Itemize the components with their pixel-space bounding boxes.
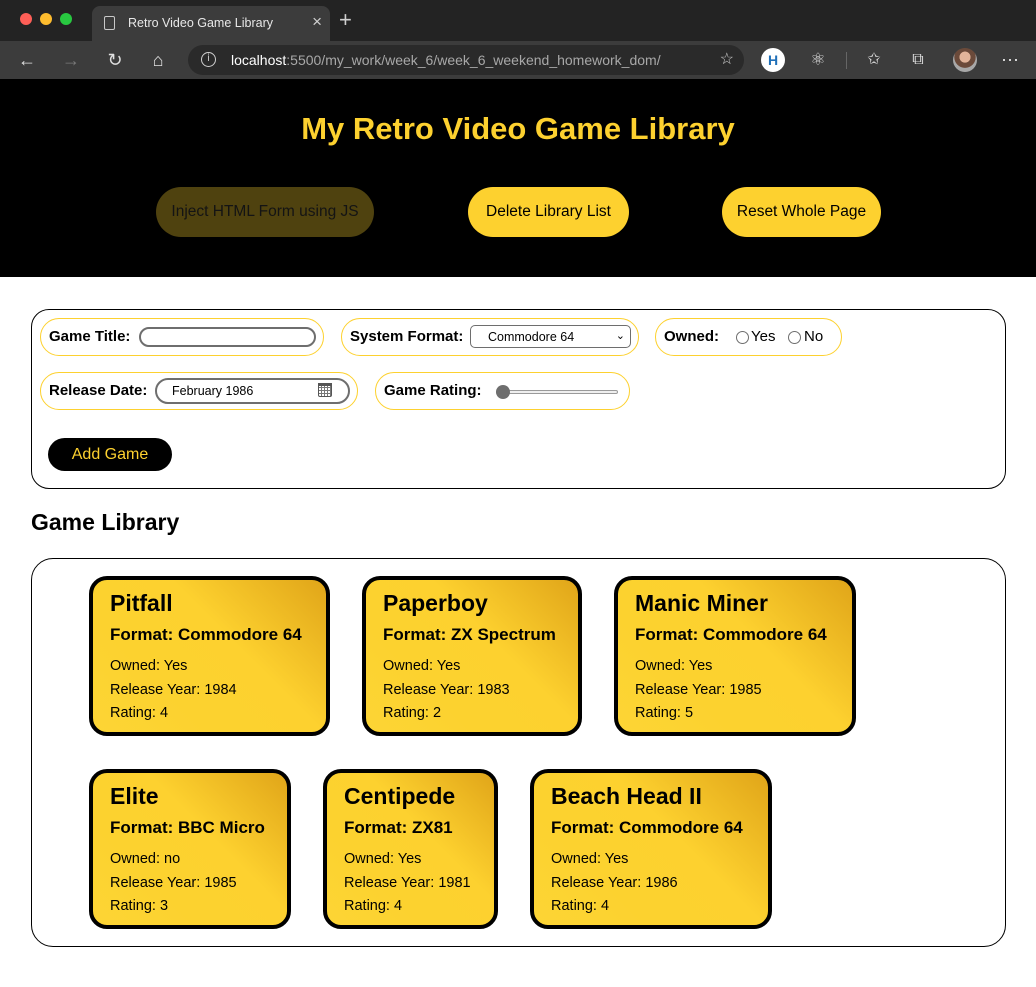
url-text: localhost:5500/my_work/week_6/week_6_wee… — [231, 52, 661, 68]
calendar-icon[interactable] — [318, 383, 332, 397]
game-owned: Owned: Yes — [551, 851, 629, 867]
reset-page-button[interactable]: Reset Whole Page — [722, 187, 881, 237]
game-title: Paperboy — [383, 590, 488, 616]
game-owned: Owned: Yes — [635, 658, 713, 674]
owned-yes-radio[interactable] — [736, 331, 749, 344]
game-release-year: Release Year: 1986 — [551, 875, 678, 891]
game-release-year: Release Year: 1985 — [635, 682, 762, 698]
add-game-button[interactable]: Add Game — [48, 438, 172, 471]
profile-avatar[interactable] — [953, 48, 977, 72]
game-rating: Rating: 3 — [110, 898, 169, 914]
game-owned: Owned: Yes — [344, 851, 422, 867]
more-menu-icon[interactable]: ⋯ — [997, 47, 1023, 73]
system-format-label: System Format: — [350, 328, 464, 345]
game-card: Manic Miner Format: Commodore 64 Owned: … — [614, 576, 856, 736]
reload-icon[interactable]: ↻ — [102, 47, 128, 73]
game-title: Beach Head II — [551, 783, 702, 809]
game-format: Format: Commodore 64 — [635, 625, 827, 644]
release-date-group: Release Date: February 1986 — [40, 372, 358, 410]
game-card: Paperboy Format: ZX Spectrum Owned: Yes … — [362, 576, 582, 736]
game-owned: Owned: no — [110, 851, 181, 867]
chevron-down-icon: ⌄ — [615, 329, 625, 342]
game-rating-label: Game Rating: — [384, 382, 482, 399]
game-rating: Rating: 4 — [551, 898, 610, 914]
document-icon — [104, 16, 115, 30]
game-title: Manic Miner — [635, 590, 768, 616]
collections-icon[interactable]: ⧉ — [905, 47, 931, 73]
inject-form-button[interactable]: Inject HTML Form using JS — [156, 187, 374, 237]
game-format: Format: Commodore 64 — [551, 818, 743, 837]
extension-h-icon[interactable]: H — [761, 48, 785, 72]
owned-no-label: No — [804, 328, 824, 345]
page-viewport: My Retro Video Game Library Inject HTML … — [0, 79, 1036, 987]
browser-toolbar: ← → ↻ ⌂ i localhost:5500/my_work/week_6/… — [0, 41, 1036, 79]
game-title-label: Game Title: — [49, 328, 131, 345]
url-path: :5500/my_work/week_6/week_6_weekend_home… — [286, 52, 661, 68]
library-heading: Game Library — [31, 509, 180, 535]
release-date-value: February 1986 — [172, 384, 254, 398]
owned-group: Owned: Yes No — [655, 318, 842, 356]
release-date-input[interactable]: February 1986 — [155, 378, 350, 404]
game-card: Beach Head II Format: Commodore 64 Owned… — [530, 769, 772, 929]
release-date-label: Release Date: — [49, 382, 148, 399]
add-favorite-icon[interactable]: ☆ — [720, 49, 734, 69]
game-card: Elite Format: BBC Micro Owned: no Releas… — [89, 769, 291, 929]
page-title: My Retro Video Game Library — [301, 111, 735, 146]
game-rating: Rating: 2 — [383, 705, 442, 721]
game-rating: Rating: 4 — [344, 898, 403, 914]
close-tab-icon[interactable]: × — [312, 13, 322, 30]
game-owned: Owned: Yes — [383, 658, 461, 674]
system-format-group: System Format: Commodore 64 ⌄ — [341, 318, 639, 356]
game-release-year: Release Year: 1981 — [344, 875, 471, 891]
game-release-year: Release Year: 1983 — [383, 682, 510, 698]
game-release-year: Release Year: 1984 — [110, 682, 237, 698]
game-format: Format: ZX81 — [344, 818, 453, 837]
game-title: Pitfall — [110, 590, 173, 616]
game-title-group: Game Title: — [40, 318, 324, 356]
game-title: Centipede — [344, 783, 456, 809]
game-card: Centipede Format: ZX81 Owned: Yes Releas… — [323, 769, 498, 929]
game-format: Format: BBC Micro — [110, 818, 265, 837]
delete-library-button[interactable]: Delete Library List — [468, 187, 629, 237]
minimize-window-button[interactable] — [40, 13, 52, 25]
slider-thumb[interactable] — [496, 385, 510, 399]
browser-titlebar: Retro Video Game Library × + — [0, 0, 1036, 41]
url-host: localhost — [231, 52, 287, 68]
game-rating-group: Game Rating: — [375, 372, 630, 410]
game-rating-slider[interactable] — [496, 390, 618, 394]
home-icon[interactable]: ⌂ — [145, 47, 171, 73]
owned-yes-label: Yes — [751, 328, 776, 345]
site-info-icon[interactable]: i — [201, 52, 216, 67]
forward-icon[interactable]: → — [58, 47, 84, 73]
add-game-form: Game Title: System Format: Commodore 64 … — [31, 309, 1006, 489]
owned-label: Owned: — [664, 328, 719, 345]
game-title: Elite — [110, 783, 159, 809]
owned-no-radio[interactable] — [788, 331, 801, 344]
game-card: Pitfall Format: Commodore 64 Owned: Yes … — [89, 576, 330, 736]
react-devtools-icon[interactable]: ⚛ — [806, 48, 830, 72]
game-rating: Rating: 4 — [110, 705, 169, 721]
favorites-icon[interactable]: ✩ — [861, 47, 887, 73]
new-tab-icon[interactable]: + — [339, 9, 352, 31]
toolbar-divider — [846, 52, 847, 69]
close-window-button[interactable] — [20, 13, 32, 25]
game-format: Format: Commodore 64 — [110, 625, 302, 644]
browser-tab[interactable]: Retro Video Game Library × — [92, 6, 330, 41]
system-format-select[interactable]: Commodore 64 ⌄ — [470, 325, 631, 348]
tab-title: Retro Video Game Library — [128, 16, 273, 30]
game-rating: Rating: 5 — [635, 705, 694, 721]
game-format: Format: ZX Spectrum — [383, 625, 556, 644]
zoom-window-button[interactable] — [60, 13, 72, 25]
game-release-year: Release Year: 1985 — [110, 875, 237, 891]
page-header: My Retro Video Game Library Inject HTML … — [0, 79, 1036, 277]
system-format-value: Commodore 64 — [488, 330, 575, 344]
address-bar[interactable]: i localhost:5500/my_work/week_6/week_6_w… — [188, 45, 744, 75]
game-owned: Owned: Yes — [110, 658, 188, 674]
back-icon[interactable]: ← — [14, 47, 40, 73]
game-library-list: Pitfall Format: Commodore 64 Owned: Yes … — [31, 558, 1006, 947]
game-title-input[interactable] — [139, 327, 316, 347]
